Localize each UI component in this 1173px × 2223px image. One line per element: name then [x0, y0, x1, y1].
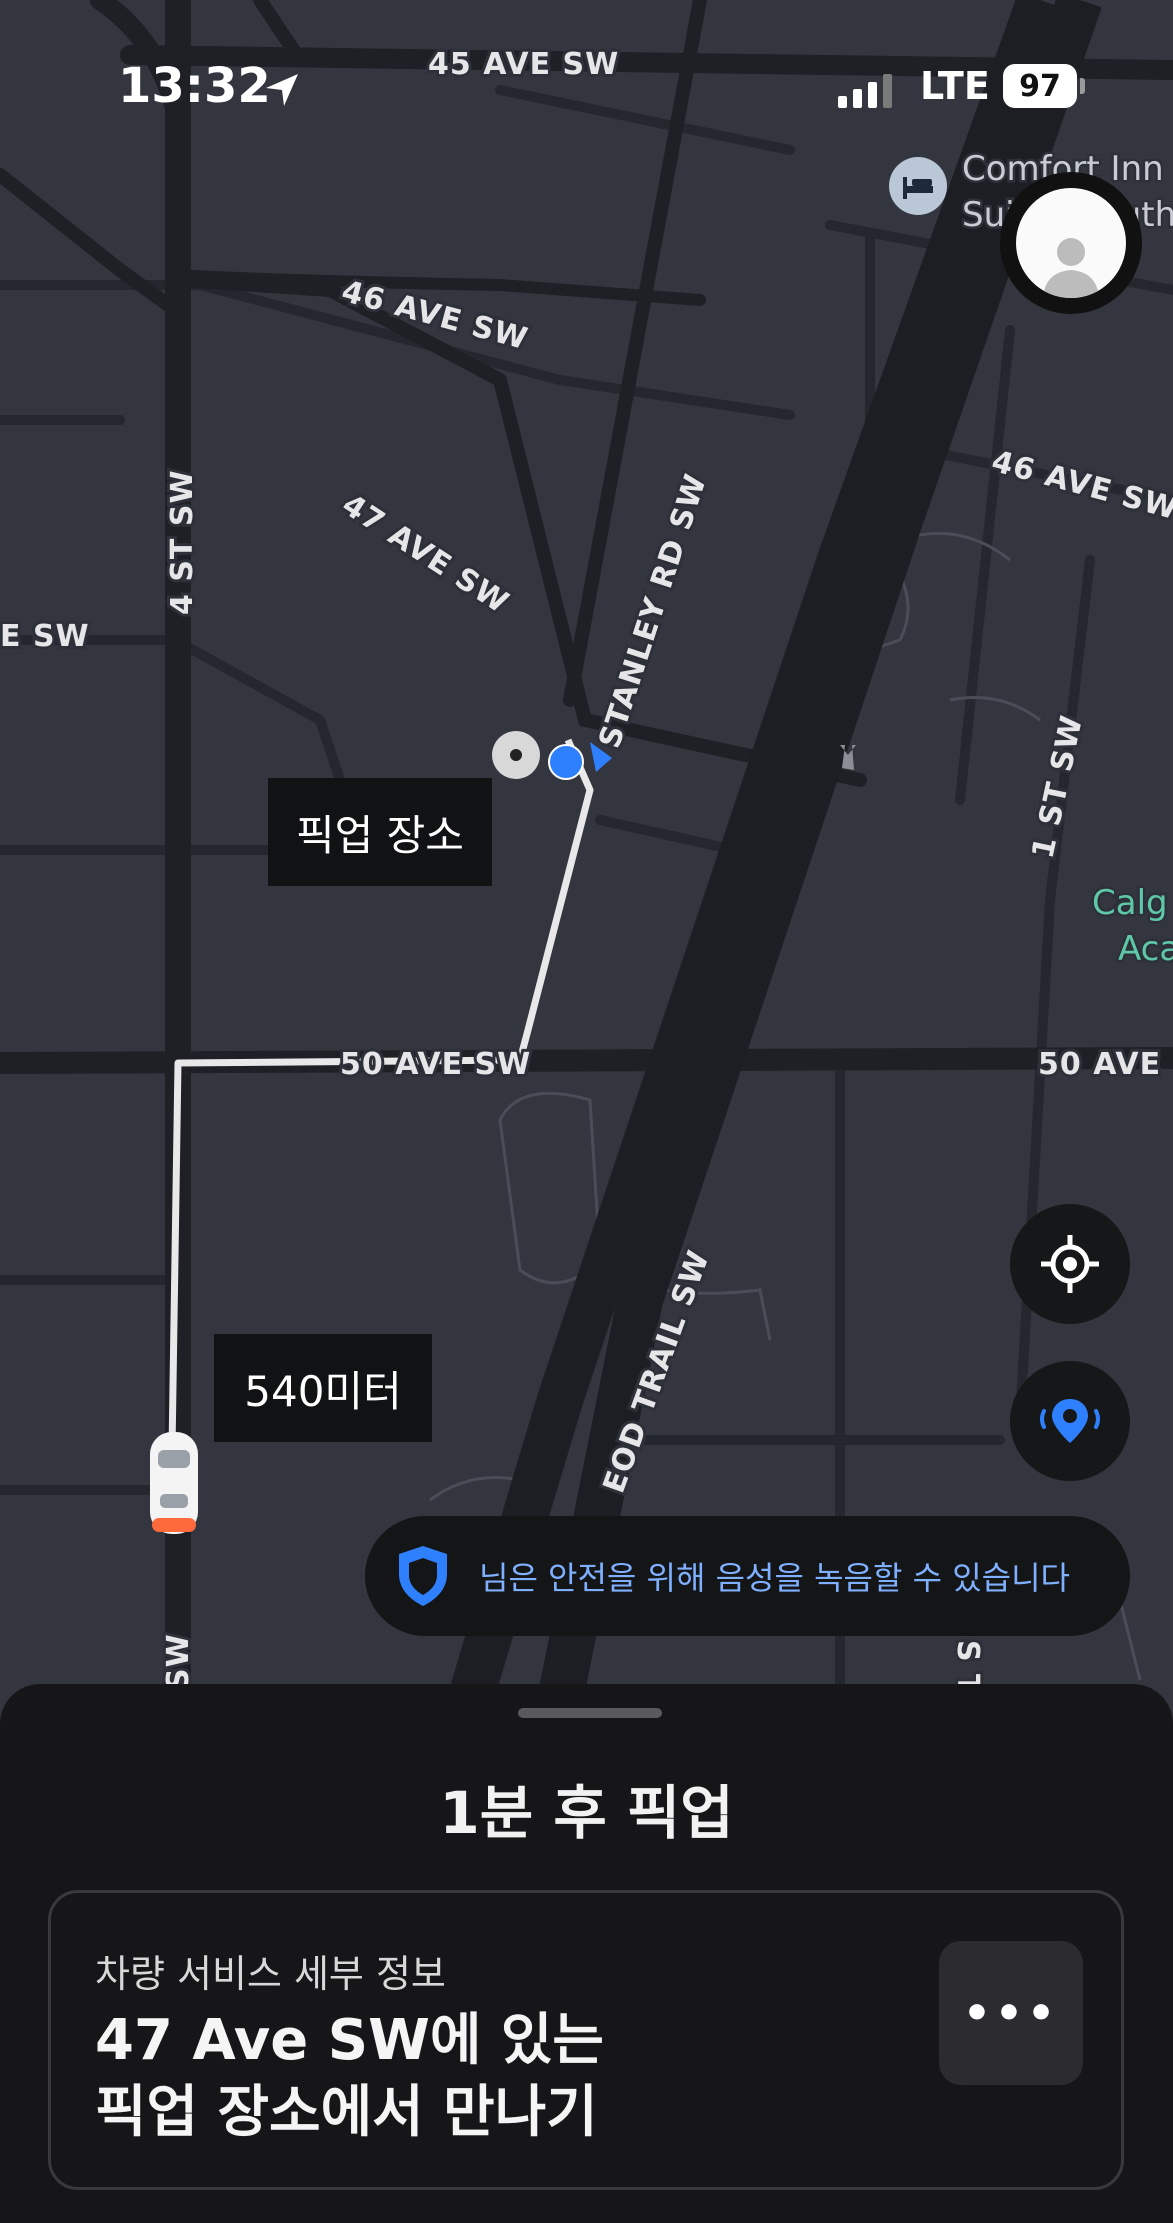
street-label-45-ave: 45 AVE SW: [428, 47, 619, 82]
ride-details-subtitle: 차량 서비스 세부 정보: [95, 1952, 446, 1996]
avatar-icon: [1016, 188, 1126, 298]
street-label-50-ave-right: 50 AVE: [1038, 1047, 1161, 1082]
signal-icon: [838, 74, 892, 108]
navigation-arrow-icon: [266, 74, 298, 106]
battery-level: 97: [1019, 68, 1061, 104]
pickup-instruction: 47 Ave SW에 있는 픽업 장소에서 만나기: [95, 2008, 604, 2145]
battery-icon: 97: [1003, 64, 1077, 108]
distance-label: 540미터: [214, 1334, 432, 1442]
ride-details-card[interactable]: 차량 서비스 세부 정보 47 Ave SW에 있는 픽업 장소에서 만나기 •…: [48, 1890, 1124, 2190]
recenter-icon: [1041, 1235, 1099, 1293]
pickup-location-label: 픽업 장소: [268, 778, 492, 886]
street-label-50-ave: 50 AVE SW: [340, 1047, 531, 1082]
share-location-button[interactable]: [1010, 1361, 1130, 1481]
academy-name-line2: Aca: [1118, 929, 1173, 969]
street-label-bottom: SW: [161, 1633, 196, 1690]
safety-message: 님은 안전을 위해 음성을 녹음할 수 있습니다: [479, 1559, 1070, 1597]
audio-recording-notice[interactable]: 님은 안전을 위해 음성을 녹음할 수 있습니다: [365, 1516, 1130, 1636]
hotel-poi[interactable]: [889, 157, 947, 215]
sheet-handle[interactable]: [518, 1708, 662, 1718]
shield-icon: [399, 1546, 447, 1606]
pickup-pin-icon[interactable]: [492, 731, 540, 779]
recenter-button[interactable]: [1010, 1204, 1130, 1324]
street-label-left-edge: E SW: [0, 619, 90, 654]
bottom-sheet[interactable]: 1분 후 픽업 차량 서비스 세부 정보 47 Ave SW에 있는 픽업 장소…: [0, 1684, 1173, 2223]
share-location-icon: [1040, 1399, 1100, 1443]
street-label-4-st: 4 ST SW: [165, 469, 200, 615]
pickup-eta-title: 1분 후 픽업: [439, 1779, 734, 1847]
network-type: LTE: [920, 64, 990, 108]
map-view[interactable]: 45 AVE SW 46 AVE SW 46 AVE SW 47 AVE SW …: [0, 0, 1173, 1700]
more-options-button[interactable]: •••: [939, 1941, 1083, 2085]
battery-tip: [1080, 78, 1085, 94]
car-icon: [150, 1432, 198, 1534]
academy-name-line1: Calg: [1092, 883, 1168, 923]
profile-button[interactable]: [1000, 172, 1142, 314]
status-time: 13:32: [118, 58, 271, 114]
